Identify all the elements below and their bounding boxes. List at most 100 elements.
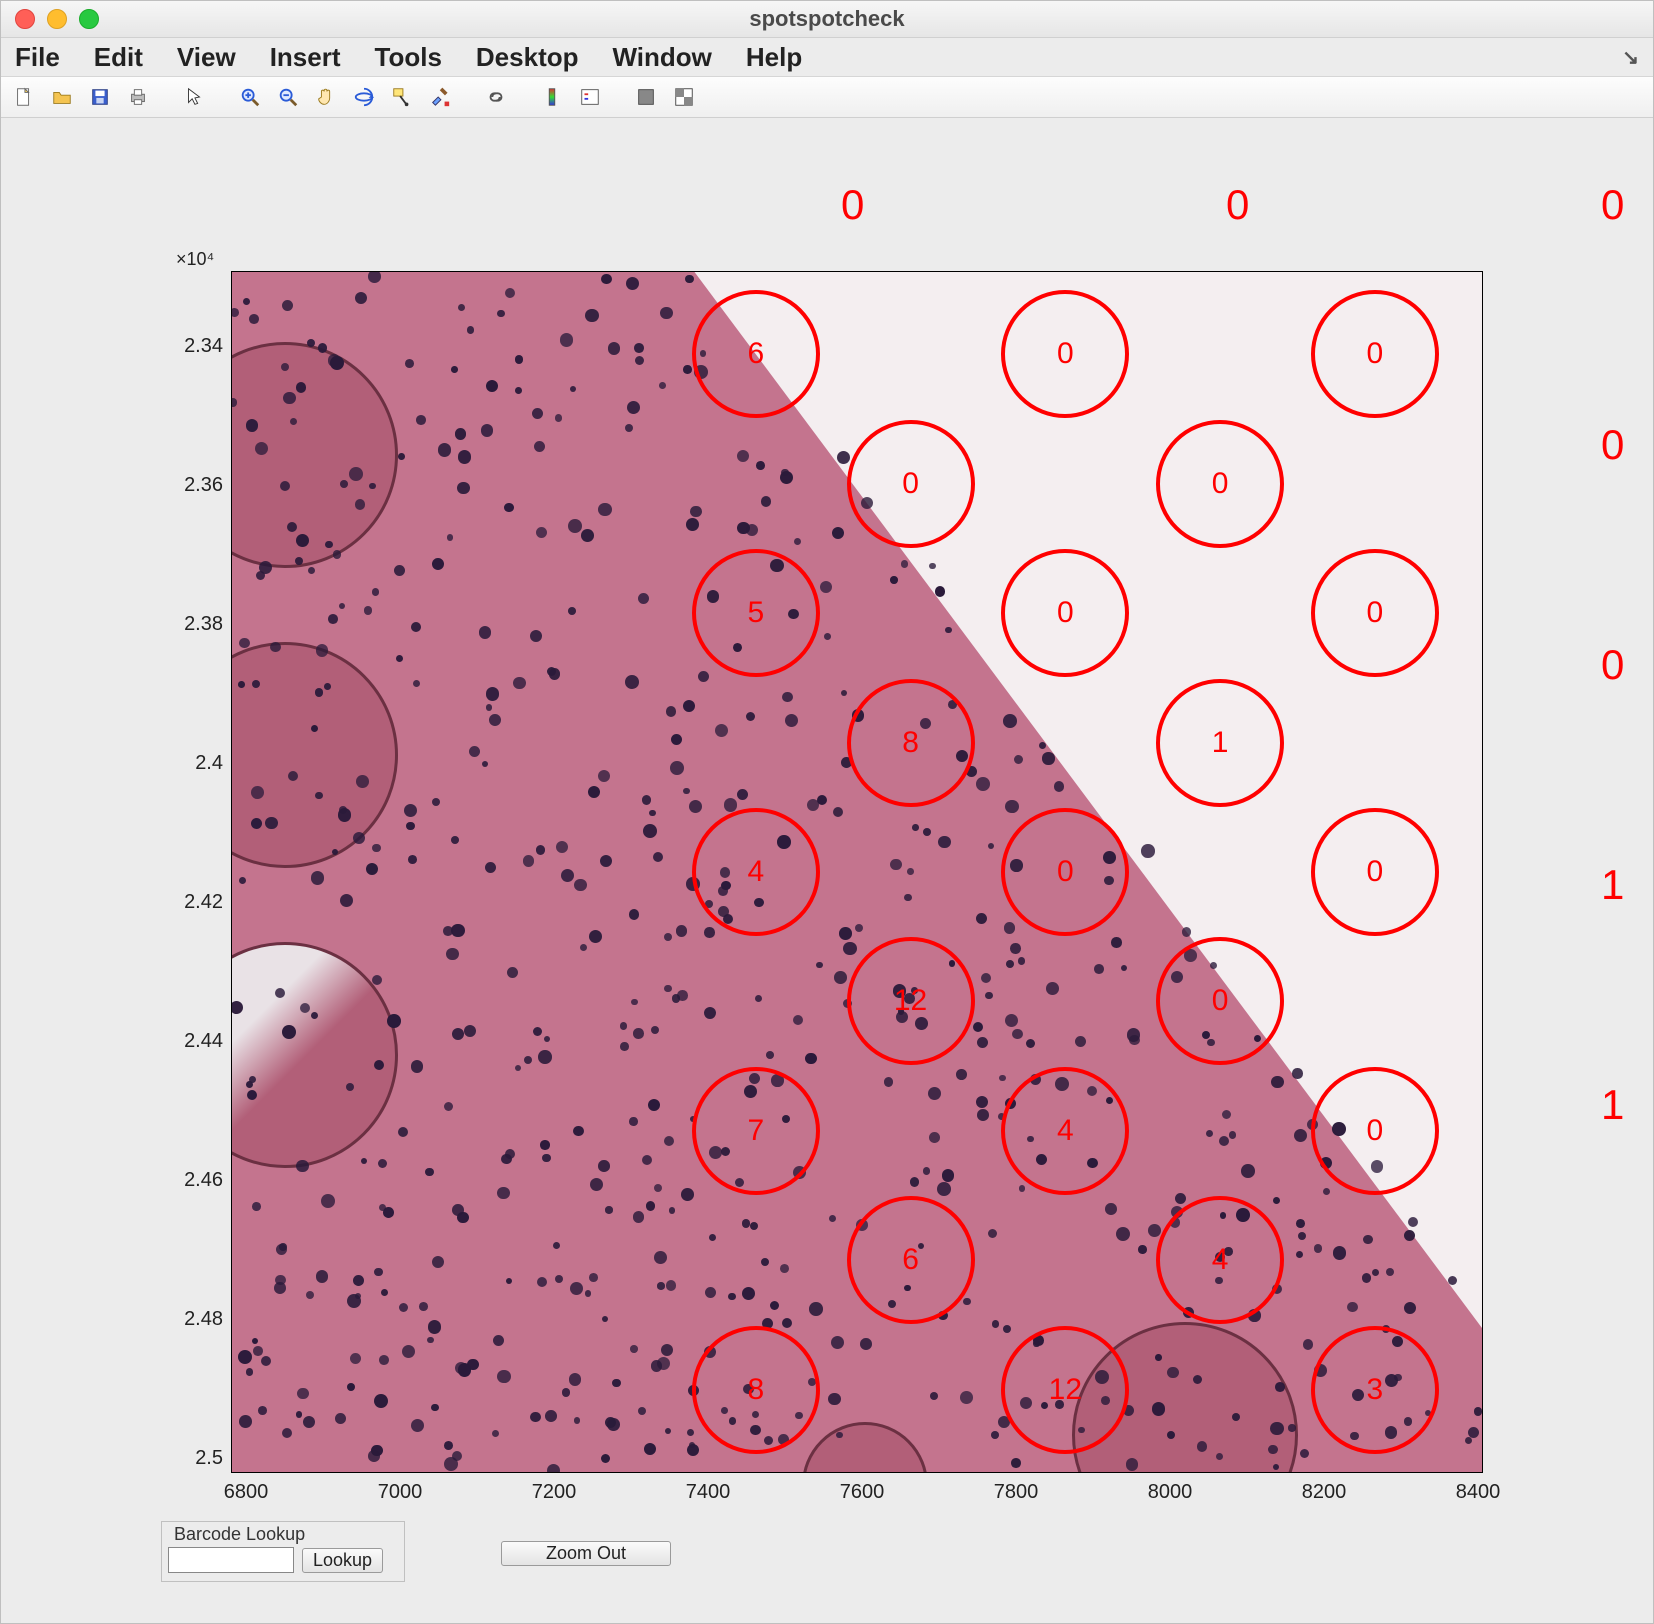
nucleus-dot <box>809 1302 823 1316</box>
save-icon[interactable] <box>83 82 117 112</box>
zoom-out-icon[interactable] <box>271 82 305 112</box>
spot-circle[interactable]: 8 <box>847 679 975 807</box>
spot-circle[interactable]: 8 <box>692 1326 820 1454</box>
nucleus-dot <box>451 366 458 373</box>
x-tick-label: 7200 <box>532 1481 577 1504</box>
pan-hand-icon[interactable] <box>309 82 343 112</box>
menu-desktop[interactable]: Desktop <box>476 42 579 73</box>
brush-icon[interactable] <box>423 82 457 112</box>
nucleus-dot <box>923 828 931 836</box>
spot-circle[interactable]: 0 <box>1311 549 1439 677</box>
nucleus-dot <box>238 1350 252 1364</box>
nucleus-dot <box>555 414 563 422</box>
nucleus-dot <box>686 518 699 531</box>
nucleus-dot <box>428 1320 441 1333</box>
nucleus-dot <box>1126 1458 1138 1470</box>
spot-circle[interactable]: 7 <box>692 1067 820 1195</box>
axes-image[interactable]: 6000050081400120740648123 <box>231 271 1483 1473</box>
nucleus-dot <box>843 942 857 956</box>
edge-count-label: 0 <box>841 181 864 229</box>
zoom-out-button[interactable]: Zoom Out <box>501 1541 671 1566</box>
axes-new-icon[interactable] <box>629 82 663 112</box>
spot-circle[interactable]: 6 <box>692 290 820 418</box>
nucleus-dot <box>1003 714 1017 728</box>
nucleus-dot <box>374 1394 388 1408</box>
spot-circle[interactable]: 12 <box>1001 1326 1129 1454</box>
nucleus-dot <box>912 824 919 831</box>
nucleus-dot <box>1019 1185 1025 1191</box>
nucleus-dot <box>1011 1458 1021 1468</box>
zoom-in-icon[interactable] <box>233 82 267 112</box>
nucleus-dot <box>246 1081 253 1088</box>
lookup-button[interactable]: Lookup <box>302 1548 383 1573</box>
nucleus-dot <box>855 924 863 932</box>
spot-circle[interactable]: 12 <box>847 937 975 1065</box>
open-folder-icon[interactable] <box>45 82 79 112</box>
nucleus-dot <box>431 1404 438 1411</box>
nucleus-dot <box>324 683 331 690</box>
minimize-icon[interactable] <box>47 9 67 29</box>
spot-circle[interactable]: 0 <box>1001 290 1129 418</box>
nucleus-dot <box>265 817 278 830</box>
nucleus-dot <box>379 1204 386 1211</box>
pointer-icon[interactable] <box>177 82 211 112</box>
nucleus-dot <box>832 527 844 539</box>
axes-grid-icon[interactable] <box>667 82 701 112</box>
nucleus-dot <box>1094 964 1104 974</box>
close-icon[interactable] <box>15 9 35 29</box>
menu-window[interactable]: Window <box>612 42 711 73</box>
data-cursor-icon[interactable] <box>385 82 419 112</box>
nucleus-dot <box>282 1025 296 1039</box>
spot-circle[interactable]: 6 <box>847 1196 975 1324</box>
spot-circle[interactable]: 3 <box>1311 1326 1439 1454</box>
nucleus-dot <box>297 1388 309 1400</box>
nucleus-dot <box>588 786 600 798</box>
nucleus-dot <box>654 1251 667 1264</box>
spot-circle[interactable]: 0 <box>1311 808 1439 936</box>
menu-file[interactable]: File <box>15 42 60 73</box>
link-icon[interactable] <box>479 82 513 112</box>
spot-circle[interactable]: 0 <box>1311 1067 1439 1195</box>
new-file-icon[interactable] <box>7 82 41 112</box>
spot-circle[interactable]: 4 <box>1156 1196 1284 1324</box>
spot-circle[interactable]: 4 <box>692 808 820 936</box>
zoom-icon[interactable] <box>79 9 99 29</box>
spot-circle[interactable]: 0 <box>847 420 975 548</box>
legend-icon[interactable] <box>573 82 607 112</box>
nucleus-dot <box>1408 1217 1418 1227</box>
nucleus-dot <box>956 1069 967 1080</box>
nucleus-dot <box>505 1149 515 1159</box>
spot-circle[interactable]: 4 <box>1001 1067 1129 1195</box>
nucleus-dot <box>928 1087 941 1100</box>
nucleus-dot <box>1197 1441 1207 1451</box>
spot-circle[interactable]: 1 <box>1156 679 1284 807</box>
menu-insert[interactable]: Insert <box>270 42 341 73</box>
nucleus-dot <box>505 288 515 298</box>
nucleus-dot <box>664 933 672 941</box>
nucleus-dot <box>452 1028 464 1040</box>
nucleus-dot <box>585 309 598 322</box>
spot-circle[interactable]: 5 <box>692 549 820 677</box>
rotate-3d-icon[interactable] <box>347 82 381 112</box>
menu-tools[interactable]: Tools <box>375 42 442 73</box>
nucleus-dot <box>536 845 546 855</box>
nucleus-dot <box>419 1302 428 1311</box>
barcode-input[interactable] <box>168 1547 294 1573</box>
nucleus-dot <box>569 1373 582 1386</box>
nucleus-dot <box>315 792 323 800</box>
nucleus-dot <box>451 924 464 937</box>
menu-view[interactable]: View <box>177 42 236 73</box>
print-icon[interactable] <box>121 82 155 112</box>
spot-circle[interactable]: 0 <box>1156 420 1284 548</box>
nucleus-dot <box>325 541 333 549</box>
menu-edit[interactable]: Edit <box>94 42 143 73</box>
spot-circle[interactable]: 0 <box>1156 937 1284 1065</box>
spot-circle[interactable]: 0 <box>1001 549 1129 677</box>
spot-circle[interactable]: 0 <box>1311 290 1439 418</box>
menu-help[interactable]: Help <box>746 42 802 73</box>
nucleus-dot <box>1216 1453 1223 1460</box>
nucleus-dot <box>335 1413 346 1424</box>
colorbar-icon[interactable] <box>535 82 569 112</box>
menu-overflow-icon[interactable]: ↘ <box>1622 45 1639 70</box>
spot-circle[interactable]: 0 <box>1001 808 1129 936</box>
